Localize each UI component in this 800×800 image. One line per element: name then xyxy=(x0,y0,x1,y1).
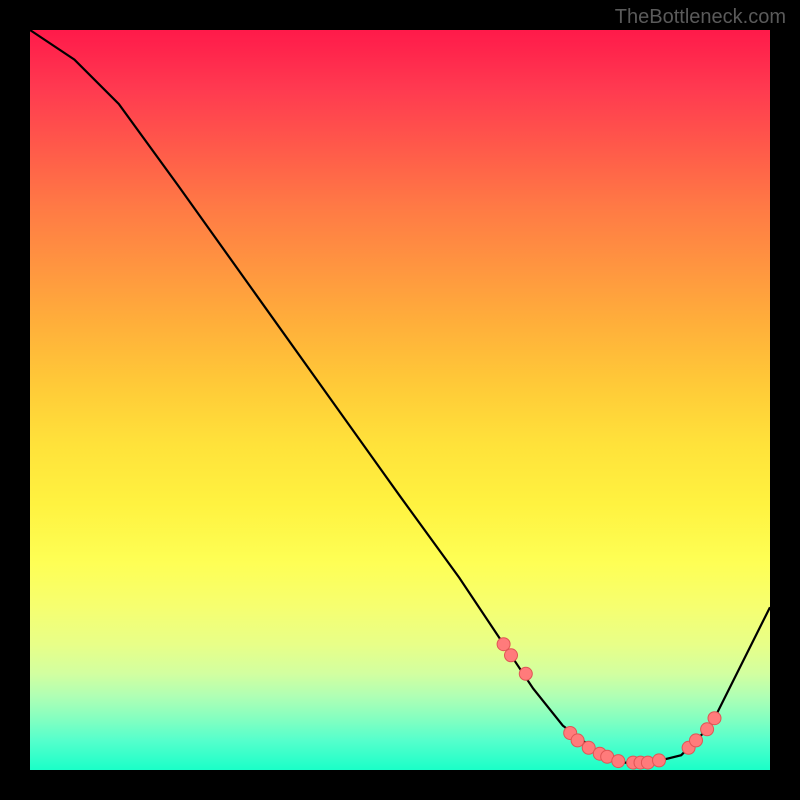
data-marker xyxy=(690,734,703,747)
marker-group xyxy=(497,638,721,769)
data-marker xyxy=(497,638,510,651)
data-marker xyxy=(612,755,625,768)
data-marker xyxy=(519,667,532,680)
data-marker xyxy=(708,712,721,725)
watermark-text: TheBottleneck.com xyxy=(615,6,786,29)
data-marker xyxy=(653,754,666,767)
data-marker xyxy=(505,649,518,662)
chart-plot-area xyxy=(30,30,770,770)
chart-svg xyxy=(30,30,770,770)
bottleneck-curve xyxy=(30,30,770,763)
data-marker xyxy=(701,723,714,736)
data-marker xyxy=(571,734,584,747)
